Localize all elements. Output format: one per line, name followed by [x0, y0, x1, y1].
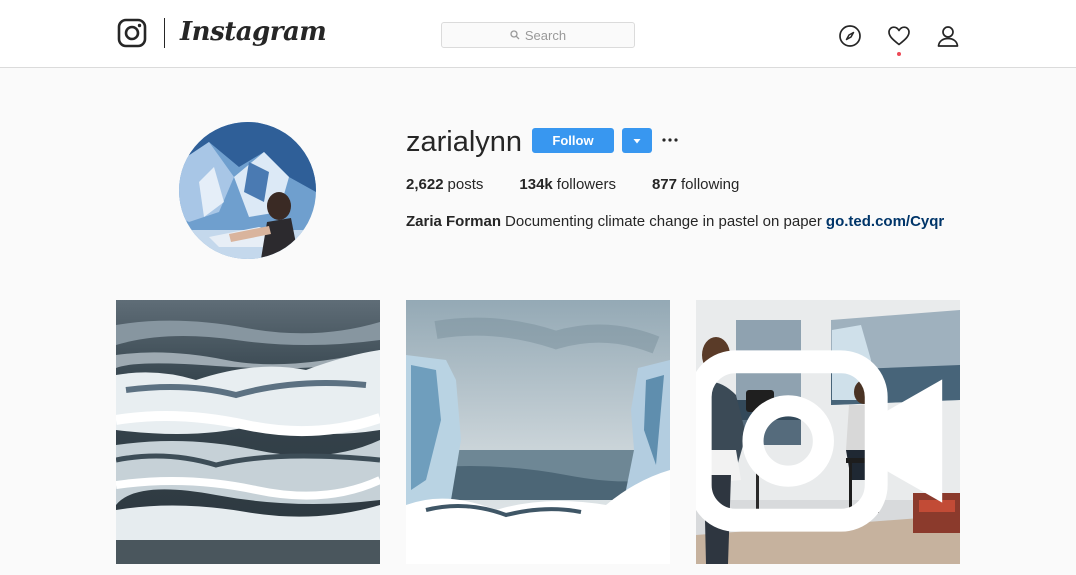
- search-placeholder: Search: [524, 27, 567, 43]
- profile-username: zarialynn: [406, 126, 523, 158]
- profile-avatar[interactable]: [179, 122, 316, 259]
- post-thumbnail-2[interactable]: [406, 300, 670, 564]
- stat-posts: 2,622 posts: [406, 176, 483, 194]
- ellipsis-icon: [662, 138, 678, 142]
- search-icon: [510, 30, 520, 40]
- bio-text: Documenting climate change in pastel on …: [505, 213, 822, 230]
- more-options-button[interactable]: [661, 130, 679, 150]
- stat-followers[interactable]: 134k followers: [519, 176, 616, 194]
- follow-button[interactable]: Follow: [532, 128, 614, 153]
- search-input[interactable]: Search: [441, 22, 635, 48]
- instagram-glyph-icon[interactable]: [117, 18, 147, 48]
- followers-count: 134k: [519, 176, 553, 193]
- posts-label: posts: [447, 176, 484, 193]
- video-camera-icon: [696, 350, 943, 532]
- stat-following[interactable]: 877 following: [652, 176, 739, 194]
- post-image-ocean-waves: [116, 300, 380, 564]
- following-count: 877: [651, 176, 677, 193]
- heart-icon[interactable]: [887, 24, 911, 48]
- profile-stats: 2,622 posts 134k followers 877 following: [406, 176, 775, 194]
- post-image-icebergs: [406, 300, 670, 564]
- suggestions-dropdown-button[interactable]: [622, 128, 652, 153]
- avatar-image: [179, 122, 316, 259]
- compass-icon[interactable]: [838, 24, 862, 48]
- bio-link[interactable]: go.ted.com/Cyqr: [826, 213, 944, 231]
- following-label: following: [681, 176, 740, 193]
- profile-icon[interactable]: [936, 24, 960, 48]
- caret-down-icon: [633, 138, 641, 143]
- followers-label: followers: [556, 176, 616, 193]
- posts-count: 2,622: [406, 176, 444, 193]
- post-thumbnail-1[interactable]: [116, 300, 380, 564]
- post-thumbnail-3[interactable]: [696, 300, 960, 564]
- instagram-wordmark[interactable]: Instagram: [180, 14, 327, 50]
- logo-divider: [164, 18, 165, 48]
- notification-dot: [897, 52, 901, 56]
- profile-bio: Zaria Forman Documenting climate change …: [406, 213, 944, 231]
- top-nav: Instagram Search: [0, 0, 1076, 68]
- profile-full-name: Zaria Forman: [406, 213, 502, 230]
